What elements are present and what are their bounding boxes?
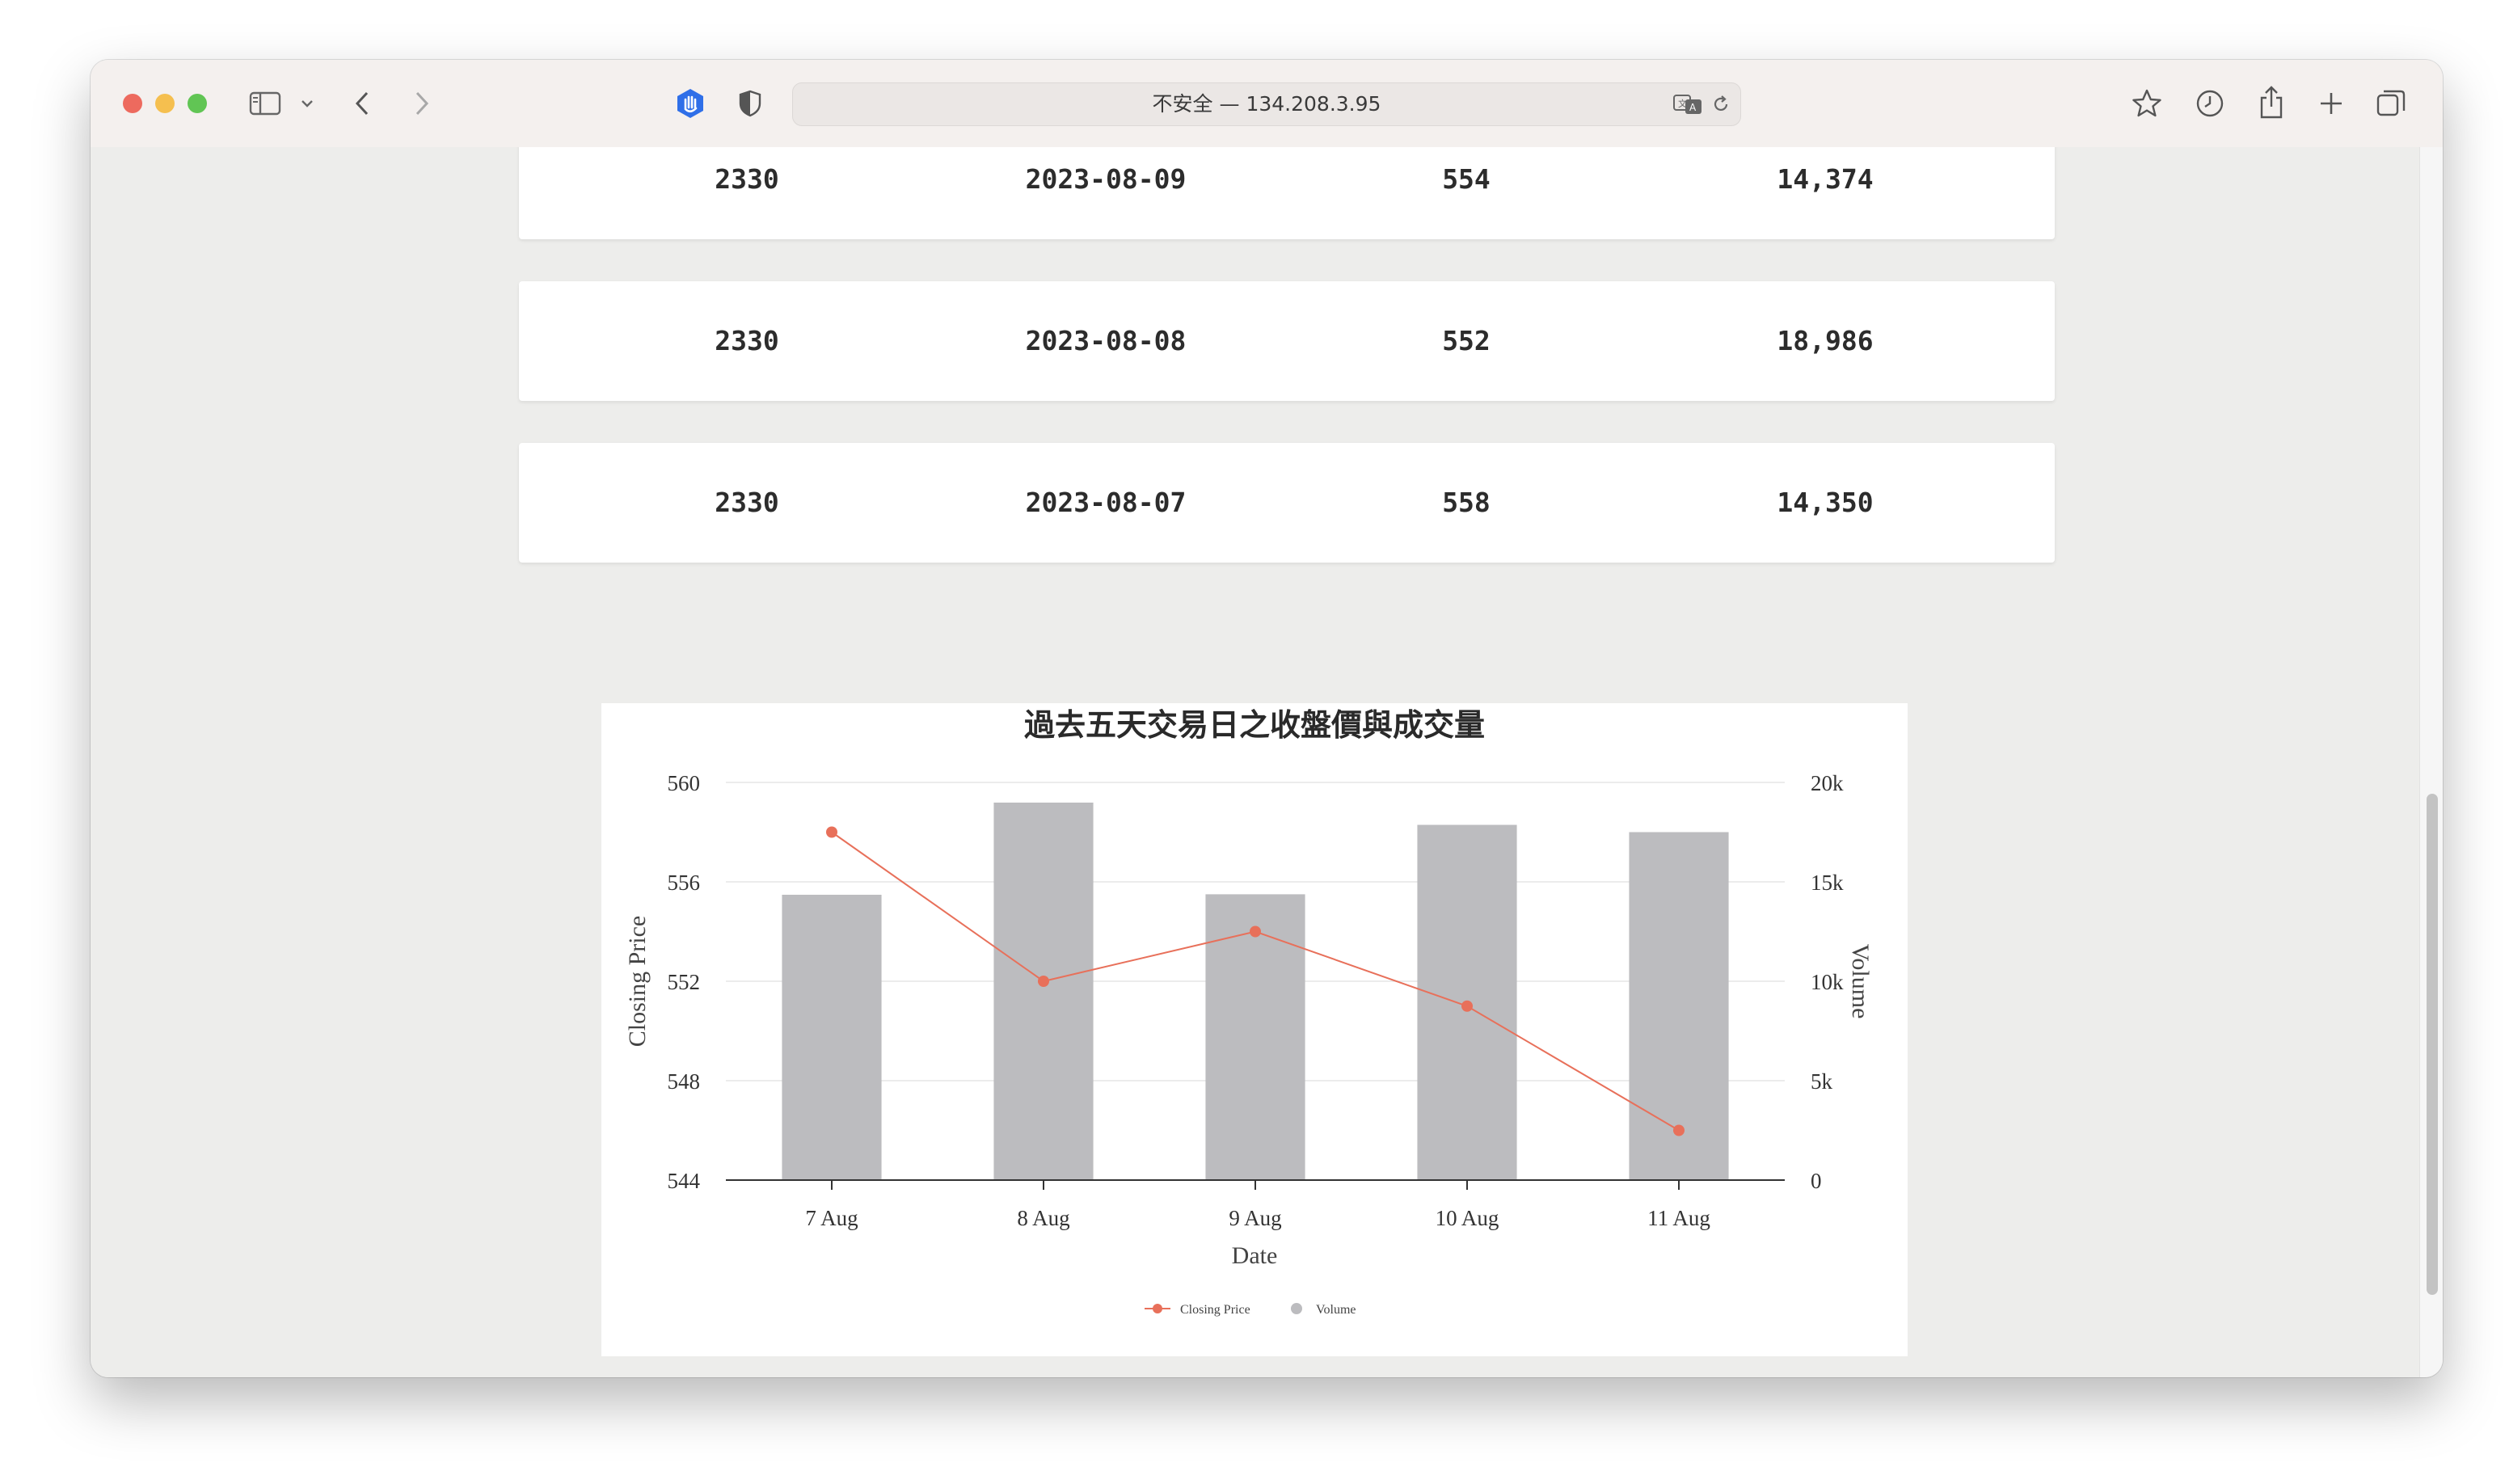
x-tick-label: 11 Aug	[1647, 1206, 1710, 1230]
y2-tick-label: 15k	[1811, 871, 1844, 895]
volume-cell: 14,350	[1777, 487, 1874, 518]
volume-bars	[782, 802, 1729, 1180]
url-text: 不安全 — 134.208.3.95	[1152, 92, 1381, 116]
tab-overview-icon[interactable]	[2373, 86, 2409, 121]
stock-code-cell: 2330	[715, 487, 779, 518]
x-axis-label: Date	[1232, 1242, 1278, 1269]
chart-legend: Closing Price Volume	[1145, 1303, 1356, 1317]
table-row: 2330 2023-08-08 552 18,986	[519, 281, 2055, 401]
y2-tick-label: 5k	[1811, 1069, 1833, 1094]
closing-price-point	[1461, 1000, 1473, 1012]
volume-cell: 18,986	[1777, 325, 1874, 356]
date-cell: 2023-08-07	[1025, 487, 1187, 518]
y2-axis-label: Volume	[1847, 944, 1874, 1019]
new-tab-plus-icon[interactable]	[2313, 86, 2349, 121]
share-icon[interactable]	[2254, 82, 2289, 121]
back-icon[interactable]	[349, 87, 375, 120]
price-cell: 554	[1442, 163, 1491, 195]
y2-tick-label: 10k	[1811, 970, 1844, 994]
closing-price-point	[1250, 925, 1261, 938]
reload-icon[interactable]	[1710, 93, 1732, 116]
address-bar[interactable]: 不安全 — 134.208.3.95 文A	[792, 82, 1741, 126]
y-axis-ticks: 560 556 552 548 544	[668, 771, 701, 1193]
hand-extension-icon[interactable]	[673, 86, 708, 121]
forward-icon[interactable]	[409, 87, 435, 120]
x-tick-label: 10 Aug	[1436, 1206, 1499, 1230]
svg-text:文: 文	[1678, 98, 1687, 109]
price-cell: 558	[1442, 487, 1491, 518]
browser-window: 不安全 — 134.208.3.95 文A 2330 2023-08-09 55…	[91, 60, 2443, 1377]
x-tick-label: 8 Aug	[1017, 1206, 1069, 1230]
y-tick-label: 548	[668, 1069, 701, 1094]
sidebar-toggle-icon[interactable]	[247, 89, 283, 118]
browser-toolbar: 不安全 — 134.208.3.95 文A	[91, 60, 2443, 148]
legend-line-marker	[1153, 1304, 1162, 1313]
y-tick-label: 552	[668, 970, 701, 994]
table-row: 2330 2023-08-07 558 14,350	[519, 443, 2055, 563]
y2-tick-label: 20k	[1811, 771, 1844, 795]
legend-bar-marker	[1291, 1303, 1302, 1314]
price-cell: 552	[1442, 325, 1491, 356]
close-window-button[interactable]	[123, 94, 142, 113]
chevron-down-icon[interactable]	[297, 94, 317, 113]
stock-code-cell: 2330	[715, 325, 779, 356]
volume-cell: 14,374	[1777, 163, 1874, 195]
volume-bar	[993, 802, 1094, 1180]
y2-tick-label: 0	[1811, 1169, 1822, 1193]
date-cell: 2023-08-08	[1025, 325, 1187, 356]
x-tick-label: 7 Aug	[805, 1206, 858, 1230]
price-volume-chart: 7 Aug 8 Aug 9 Aug 10 Aug 11 Aug 560 556 552 548…	[624, 706, 1874, 1317]
page-scrollbar[interactable]	[2419, 147, 2443, 1377]
closing-price-point	[826, 826, 837, 838]
minimize-window-button[interactable]	[155, 94, 175, 113]
legend-volume: Volume	[1316, 1303, 1356, 1317]
y-axis-label: Closing Price	[624, 916, 651, 1048]
legend-closing-price: Closing Price	[1180, 1303, 1250, 1317]
page-content: 2330 2023-08-09 554 14,374 2330 2023-08-…	[91, 147, 2443, 1377]
y-tick-label: 544	[668, 1169, 701, 1193]
translate-icon[interactable]: 文A	[1672, 93, 1705, 116]
y-tick-label: 556	[668, 871, 701, 895]
history-clock-icon[interactable]	[2192, 86, 2228, 121]
x-ticks: 7 Aug 8 Aug 9 Aug 10 Aug 11 Aug	[805, 1180, 1710, 1230]
bookmark-star-icon[interactable]	[2129, 86, 2165, 121]
x-tick-label: 9 Aug	[1229, 1206, 1281, 1230]
chart-card: 7 Aug 8 Aug 9 Aug 10 Aug 11 Aug 560 556 552 548…	[601, 703, 1908, 1356]
scrollbar-thumb[interactable]	[2427, 794, 2438, 1295]
y-tick-label: 560	[668, 771, 701, 795]
date-cell: 2023-08-09	[1025, 163, 1187, 195]
privacy-shield-icon[interactable]	[734, 87, 766, 120]
closing-price-point	[1673, 1124, 1685, 1136]
svg-text:A: A	[1689, 102, 1697, 113]
chart-title: 過去五天交易日之收盤價與成交量	[1024, 706, 1485, 743]
table-row: 2330 2023-08-09 554 14,374	[519, 147, 2055, 239]
volume-bar	[782, 894, 882, 1180]
stock-code-cell: 2330	[715, 163, 779, 195]
y2-axis-ticks: 20k 15k 10k 5k 0	[1811, 771, 1844, 1193]
zoom-window-button[interactable]	[188, 94, 207, 113]
closing-price-point	[1038, 976, 1049, 987]
